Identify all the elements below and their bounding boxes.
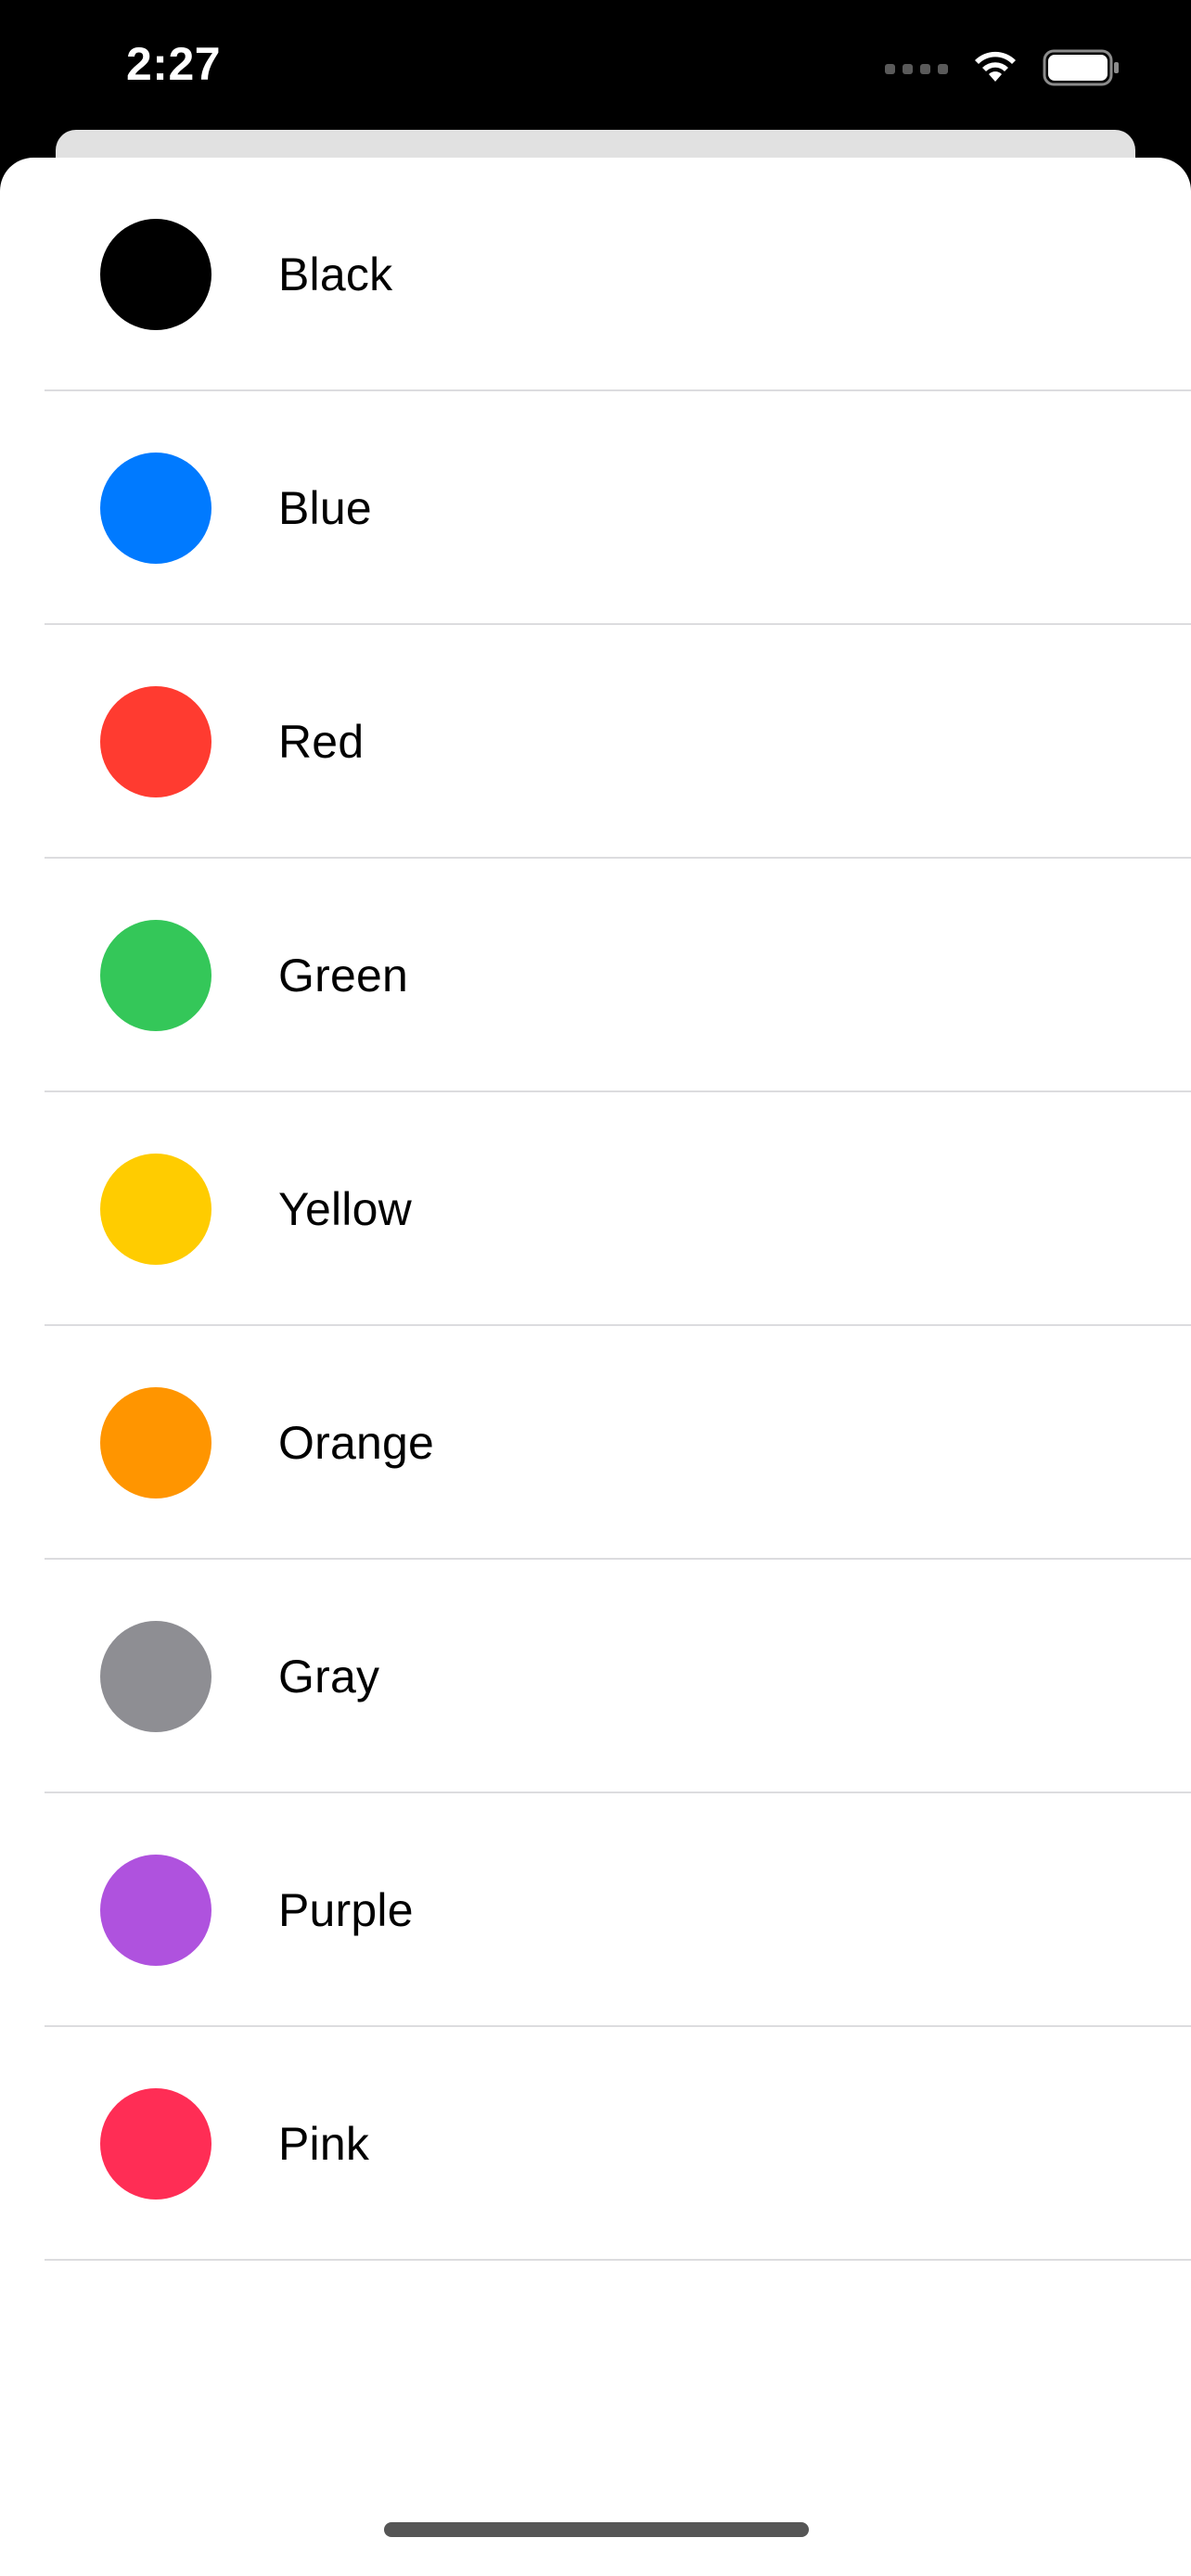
color-label: Green — [278, 950, 408, 1001]
color-row-gray[interactable]: Gray — [0, 1560, 1191, 1793]
color-swatch — [100, 219, 211, 330]
color-swatch — [100, 920, 211, 1031]
color-label: Black — [278, 249, 393, 300]
color-label: Red — [278, 716, 365, 768]
color-row-purple[interactable]: Purple — [0, 1793, 1191, 2027]
color-row-green[interactable]: Green — [0, 859, 1191, 1092]
color-label: Purple — [278, 1884, 414, 1936]
color-row-yellow[interactable]: Yellow — [0, 1092, 1191, 1326]
color-label: Gray — [278, 1651, 380, 1702]
color-row-blue[interactable]: Blue — [0, 391, 1191, 625]
color-label: Yellow — [278, 1183, 412, 1235]
status-time: 2:27 — [126, 38, 222, 90]
screen: 2:27 Black Blue Red Green Yellow Orange … — [0, 0, 1191, 2576]
wifi-icon — [975, 51, 1016, 82]
color-label: Pink — [278, 2118, 370, 2170]
color-label: Blue — [278, 482, 372, 534]
home-indicator[interactable] — [384, 2522, 809, 2537]
status-bar: 2:27 — [0, 0, 1191, 130]
color-swatch — [100, 1855, 211, 1966]
color-list: Black Blue Red Green Yellow Orange Gray … — [0, 158, 1191, 2261]
cellular-signal-icon — [885, 61, 948, 74]
color-swatch — [100, 2088, 211, 2200]
color-row-black[interactable]: Black — [0, 158, 1191, 391]
color-swatch — [100, 453, 211, 564]
color-swatch — [100, 1621, 211, 1732]
color-swatch — [100, 686, 211, 797]
status-icons — [885, 46, 1121, 89]
color-label: Orange — [278, 1417, 434, 1469]
color-row-orange[interactable]: Orange — [0, 1326, 1191, 1560]
color-swatch — [100, 1154, 211, 1265]
battery-icon — [1043, 49, 1119, 86]
color-swatch — [100, 1387, 211, 1498]
color-row-red[interactable]: Red — [0, 625, 1191, 859]
color-picker-sheet: Black Blue Red Green Yellow Orange Gray … — [0, 158, 1191, 2576]
color-row-pink[interactable]: Pink — [0, 2027, 1191, 2261]
